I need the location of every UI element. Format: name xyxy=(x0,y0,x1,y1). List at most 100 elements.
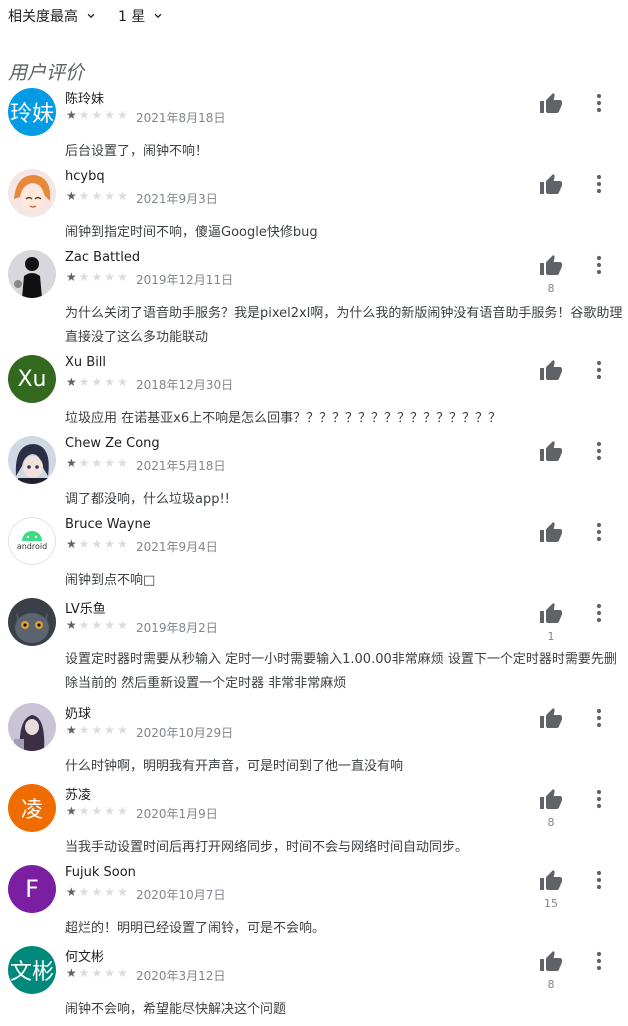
star-rating: ★★★★★ xyxy=(66,804,130,818)
star-rating: ★★★★★ xyxy=(66,270,130,284)
star-icon: ★ xyxy=(66,618,79,632)
star-icon: ★ xyxy=(91,804,105,818)
more-options-icon[interactable] xyxy=(592,869,606,891)
svg-text:android: android xyxy=(17,542,47,551)
review-date: 2021年5月18日 xyxy=(136,459,226,473)
star-rating: ★★★★★ xyxy=(66,375,130,389)
reviewer-name: 陈玲妹 xyxy=(65,92,105,107)
chevron-down-icon xyxy=(87,13,95,19)
more-options-icon[interactable] xyxy=(592,950,606,972)
star-icon: ★ xyxy=(78,189,92,203)
star-icon: ★ xyxy=(104,189,118,203)
more-options-icon[interactable] xyxy=(592,602,606,624)
review-date: 2020年1月9日 xyxy=(136,807,218,821)
avatar: F xyxy=(8,865,56,913)
star-icon: ★ xyxy=(91,966,105,980)
star-icon: ★ xyxy=(104,804,118,818)
review-date: 2019年8月2日 xyxy=(136,621,218,635)
more-options-icon[interactable] xyxy=(592,521,606,543)
review-text: 为什么关闭了语音助手服务？我是pixel2xl啊，为什么我的新版闹钟没有语音助手… xyxy=(65,306,623,345)
review-text: 闹钟到指定时间不响，傻逼Google快修bug xyxy=(65,225,318,240)
thumbs-up-icon[interactable] xyxy=(539,173,563,197)
avatar-initials: F xyxy=(25,875,39,903)
review-text: 当我手动设置时间后再打开网络同步，时间不会与网络时间自动同步。 xyxy=(65,840,469,855)
star-icon: ★ xyxy=(104,618,118,632)
rating-dropdown[interactable]: 1 星 xyxy=(118,6,165,26)
star-icon: ★ xyxy=(66,966,79,980)
review-text: 闹钟不会响，希望能尽快解决这个问题 xyxy=(65,1002,287,1017)
star-icon: ★ xyxy=(78,375,92,389)
star-icon: ★ xyxy=(104,456,118,470)
review-date: 2021年9月3日 xyxy=(136,192,218,206)
filter-bar: 相关度最高 1 星 xyxy=(8,6,185,26)
star-rating: ★★★★★ xyxy=(66,723,130,737)
star-icon: ★ xyxy=(117,375,130,389)
review-date: 2020年10月29日 xyxy=(136,726,234,740)
star-icon: ★ xyxy=(117,189,130,203)
thumbs-up-icon[interactable] xyxy=(539,788,563,812)
reviewer-name: Bruce Wayne xyxy=(65,517,151,532)
star-rating: ★★★★★ xyxy=(66,885,130,899)
more-options-icon[interactable] xyxy=(592,359,606,381)
thumbs-up-icon[interactable] xyxy=(539,707,563,731)
thumbs-up-icon[interactable] xyxy=(539,440,563,464)
reviewer-name: Zac Battled xyxy=(65,250,141,265)
more-options-icon[interactable] xyxy=(592,788,606,810)
star-icon: ★ xyxy=(104,966,118,980)
thumbs-up-icon[interactable] xyxy=(539,521,563,545)
review-date: 2019年12月11日 xyxy=(136,273,234,287)
reviewer-name: 何文彬 xyxy=(65,950,105,965)
avatar-initials: 玲妹 xyxy=(9,102,54,127)
thumbs-up-icon[interactable] xyxy=(539,602,563,626)
star-icon: ★ xyxy=(78,537,92,551)
star-icon: ★ xyxy=(91,537,105,551)
star-icon: ★ xyxy=(91,108,105,122)
star-icon: ★ xyxy=(66,804,79,818)
star-icon: ★ xyxy=(117,966,130,980)
review-item: LV乐鱼 ★★★★★ 2019年8月2日 设置定时器时需要从秒输入 定时一小时需要输入… xyxy=(0,598,628,691)
avatar-initials: Xu xyxy=(17,366,47,392)
more-options-icon[interactable] xyxy=(592,92,606,114)
star-rating: ★★★★★ xyxy=(66,189,130,203)
avatar xyxy=(8,703,56,751)
star-icon: ★ xyxy=(78,723,92,737)
star-rating: ★★★★★ xyxy=(66,537,130,551)
review-text: 闹钟到点不响□ xyxy=(65,573,156,588)
star-icon: ★ xyxy=(78,456,92,470)
star-icon: ★ xyxy=(117,885,130,899)
avatar: 凌 xyxy=(8,784,56,832)
thumbs-up-icon[interactable] xyxy=(539,869,563,893)
star-icon: ★ xyxy=(104,375,118,389)
star-icon: ★ xyxy=(104,885,118,899)
more-options-icon[interactable] xyxy=(592,173,606,195)
star-icon: ★ xyxy=(117,537,130,551)
more-options-icon[interactable] xyxy=(592,254,606,276)
helpful-count: 8 xyxy=(547,816,555,829)
more-options-icon[interactable] xyxy=(592,440,606,462)
helpful-count: 1 xyxy=(547,630,555,643)
star-icon: ★ xyxy=(117,456,130,470)
review-item: android Bruce Wayne ★★★★★ 2021年9月4日 闹钟到点不响□ xyxy=(0,517,628,597)
avatar xyxy=(8,598,56,646)
star-icon: ★ xyxy=(66,108,79,122)
sort-dropdown[interactable]: 相关度最高 xyxy=(8,6,98,26)
avatar xyxy=(8,169,56,217)
thumbs-up-icon[interactable] xyxy=(539,254,563,278)
reviewer-name: Chew Ze Cong xyxy=(65,436,160,451)
star-icon: ★ xyxy=(78,270,92,284)
star-icon: ★ xyxy=(117,108,130,122)
star-icon: ★ xyxy=(117,804,130,818)
avatar xyxy=(8,250,56,298)
star-icon: ★ xyxy=(78,618,92,632)
thumbs-up-icon[interactable] xyxy=(539,92,563,116)
thumbs-up-icon[interactable] xyxy=(539,359,563,383)
star-icon: ★ xyxy=(104,108,118,122)
thumbs-up-icon[interactable] xyxy=(539,950,563,974)
review-item: 奶球 ★★★★★ 2020年10月29日 什么时钟啊，明明我有开声音，可是时间到了他一… xyxy=(0,703,628,783)
review-text: 什么时钟啊，明明我有开声音，可是时间到了他一直没有响 xyxy=(65,759,404,774)
reviewer-name: 苏凌 xyxy=(65,788,92,803)
helpful-count: 15 xyxy=(544,897,558,910)
more-options-icon[interactable] xyxy=(592,707,606,729)
star-icon: ★ xyxy=(66,270,79,284)
review-item: 凌苏凌 ★★★★★ 2020年1月9日当我手动设置时间后再打开网络同步，时间不会与网… xyxy=(0,784,628,864)
